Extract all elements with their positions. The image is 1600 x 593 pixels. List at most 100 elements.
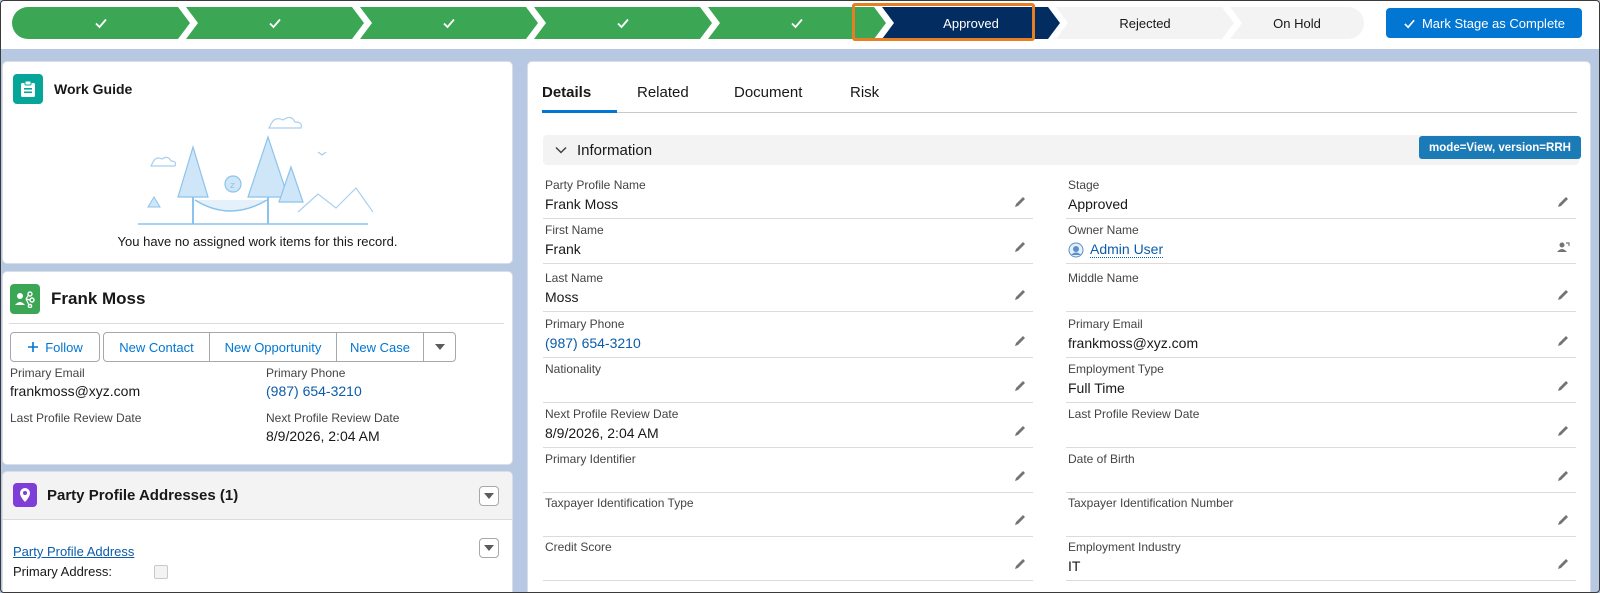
pencil-icon[interactable] (1556, 195, 1570, 209)
profile-primary-email: Primary Email frankmoss@xyz.com (10, 366, 140, 399)
pencil-icon[interactable] (1556, 334, 1570, 348)
work-guide-title: Work Guide (54, 81, 133, 97)
field-label: Employment Type (1068, 362, 1164, 376)
field-employment-type: Employment Type Full Time (1066, 358, 1576, 403)
field-last-profile-review-date: Last Profile Review Date (1066, 403, 1576, 448)
follow-button[interactable]: Follow (10, 332, 100, 362)
party-profile-address-link[interactable]: Party Profile Address (13, 544, 134, 559)
field-value: Frank Moss (545, 196, 619, 212)
field-primary-email: Primary Email frankmoss@xyz.com (1066, 313, 1576, 358)
record-tabs: Details Related Document Risk (542, 77, 1577, 113)
field-primary-identifier: Primary Identifier (543, 448, 1033, 493)
new-case-button[interactable]: New Case (336, 332, 424, 362)
user-avatar-icon (1068, 242, 1084, 257)
section-title: Information (577, 141, 653, 159)
stage-4[interactable] (534, 7, 712, 39)
field-employment-industry: Employment Industry IT (1066, 536, 1576, 581)
pencil-icon[interactable] (1556, 379, 1570, 393)
action-buttons: Follow New Contact New Opportunity New C… (10, 332, 456, 362)
tab-related[interactable]: Related (637, 84, 689, 101)
party-profile-icon (10, 284, 40, 314)
tab-details[interactable]: Details (542, 84, 591, 101)
field-owner-name: Owner Name Admin User (1066, 219, 1576, 264)
pencil-icon[interactable] (1013, 195, 1027, 209)
phone-link[interactable]: (987) 654-3210 (545, 335, 641, 351)
field-label: Date of Birth (1068, 452, 1135, 466)
owner-link[interactable]: Admin User (1090, 241, 1164, 258)
field-taxpayer-identification-number: Taxpayer Identification Number (1066, 492, 1576, 537)
field-label: Taxpayer Identification Type (545, 496, 694, 510)
field-label: Employment Industry (1068, 540, 1181, 554)
profile-primary-phone: Primary Phone (987) 654-3210 (266, 366, 362, 399)
tab-document[interactable]: Document (734, 84, 802, 101)
field-value: frankmoss@xyz.com (1068, 335, 1199, 351)
stage-label: On Hold (1273, 15, 1321, 31)
phone-link[interactable]: (987) 654-3210 (266, 383, 362, 399)
pencil-icon[interactable] (1013, 424, 1027, 438)
pencil-icon[interactable] (1556, 469, 1570, 483)
field-label: Primary Email (1068, 317, 1143, 331)
stage-5[interactable] (708, 7, 886, 39)
field-primary-phone: Primary Phone (987) 654-3210 (543, 313, 1033, 358)
field-value: Full Time (1068, 380, 1125, 396)
addresses-header: Party Profile Addresses (1) (3, 472, 512, 520)
location-pin-icon (13, 483, 37, 507)
pencil-icon[interactable] (1013, 557, 1027, 571)
field-value: Moss (545, 289, 579, 305)
chevron-down-icon (484, 493, 494, 499)
field-label: Nationality (545, 362, 602, 376)
new-contact-button[interactable]: New Contact (103, 332, 210, 362)
field-label: Credit Score (545, 540, 612, 554)
stage-on-hold[interactable]: On Hold (1230, 7, 1364, 39)
field-label: Primary Identifier (545, 452, 636, 466)
field-last-name: Last Name Moss (543, 267, 1033, 312)
pencil-icon[interactable] (1556, 557, 1570, 571)
new-opportunity-button[interactable]: New Opportunity (209, 332, 337, 362)
pencil-icon[interactable] (1013, 288, 1027, 302)
mark-stage-complete-button[interactable]: Mark Stage as Complete (1386, 8, 1582, 38)
work-guide-empty-message: You have no assigned work items for this… (117, 234, 398, 249)
primary-address-label: Primary Address: (13, 564, 112, 579)
field-value: 8/9/2026, 2:04 AM (266, 428, 380, 444)
field-party-profile-name: Party Profile Name Frank Moss (543, 174, 1033, 219)
pencil-icon[interactable] (1013, 469, 1027, 483)
chevron-down-icon (434, 344, 445, 350)
check-icon (1404, 19, 1415, 28)
stage-label: Approved (943, 15, 999, 31)
more-actions-button[interactable] (423, 332, 456, 362)
field-label: Next Profile Review Date (545, 407, 679, 421)
check-icon (269, 18, 281, 29)
stage-path: Approved Rejected On Hold (12, 7, 1364, 39)
stage-label: Rejected (1119, 15, 1171, 31)
stage-approved[interactable]: Approved (882, 7, 1060, 39)
field-middle-name: Middle Name (1066, 267, 1576, 312)
app-frame: Approved Rejected On Hold Mark Stage as … (0, 0, 1600, 593)
stage-rejected[interactable]: Rejected (1056, 7, 1234, 39)
address-row-menu-button[interactable] (479, 538, 499, 558)
pencil-icon[interactable] (1013, 379, 1027, 393)
field-label: Stage (1068, 178, 1100, 192)
addresses-menu-button[interactable] (479, 486, 499, 506)
stage-3[interactable] (360, 7, 538, 39)
stage-1[interactable] (12, 7, 190, 39)
field-next-profile-review-date: Next Profile Review Date 8/9/2026, 2:04 … (543, 403, 1033, 448)
owner-value: Admin User (1068, 241, 1164, 258)
tab-risk[interactable]: Risk (850, 84, 879, 101)
stage-2[interactable] (186, 7, 364, 39)
pencil-icon[interactable] (1013, 513, 1027, 527)
field-label: Primary Email (10, 366, 85, 380)
svg-text:z: z (230, 181, 235, 191)
profile-next-review-date: Next Profile Review Date 8/9/2026, 2:04 … (266, 411, 399, 444)
pencil-icon[interactable] (1556, 424, 1570, 438)
pencil-icon[interactable] (1013, 240, 1027, 254)
field-label: Last Profile Review Date (1068, 407, 1200, 421)
pencil-icon[interactable] (1013, 334, 1027, 348)
pencil-icon[interactable] (1556, 288, 1570, 302)
plus-icon (28, 342, 39, 352)
pencil-icon[interactable] (1556, 513, 1570, 527)
field-label: Primary Phone (545, 317, 625, 331)
profile-highlights-card: Frank Moss Follow New Contact New Opport… (3, 272, 512, 464)
empty-state-illustration: z (138, 116, 373, 225)
primary-address-checkbox (154, 565, 168, 579)
change-owner-icon[interactable] (1556, 240, 1570, 254)
